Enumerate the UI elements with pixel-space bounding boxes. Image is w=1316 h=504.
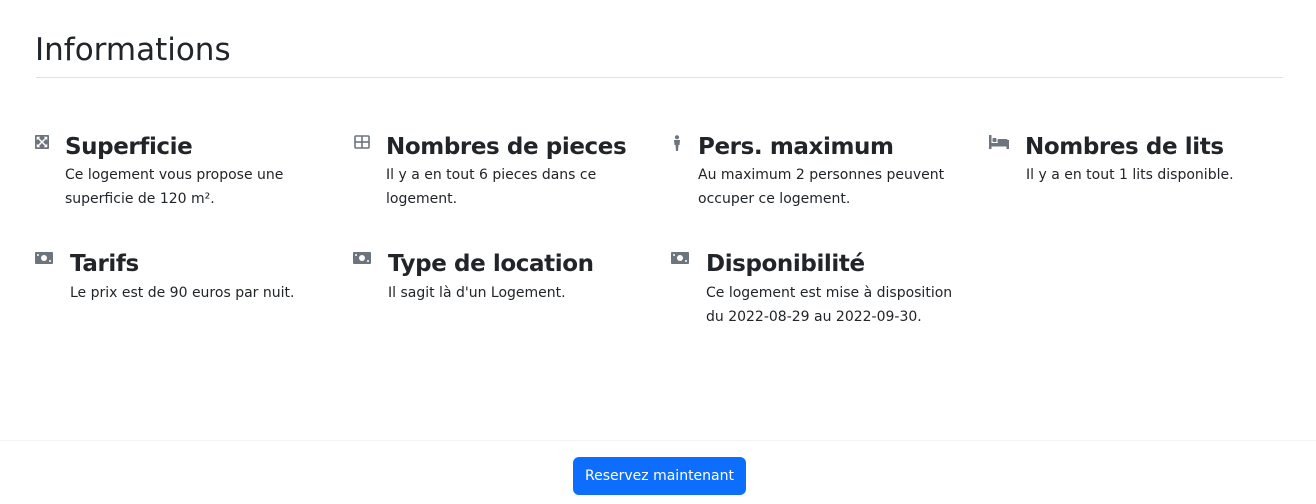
feature-description-line: Il y a en tout 6 pieces dans ce [386, 167, 597, 183]
feature-description-line: Il sagit là d'un Logement. [388, 285, 566, 301]
money-icon [353, 252, 371, 268]
feature-description-line: Ce logement vous propose une [65, 167, 284, 183]
feature-title: Type de location [388, 251, 594, 277]
feature-rental-type: Type de location Il sagit là d'un Logeme… [353, 251, 653, 312]
feature-title: Nombres de pieces [386, 134, 627, 160]
footer-divider [0, 440, 1316, 441]
feature-description-line: logement. [386, 191, 458, 207]
information-page: Informations Superficie Ce logement vous… [0, 0, 1316, 504]
feature-title: Superficie [65, 134, 193, 160]
money-icon [35, 252, 53, 268]
arrows-expand-icon [35, 135, 51, 151]
feature-description-line: superficie de 120 m². [65, 191, 215, 207]
feature-description-line: Le prix est de 90 euros par nuit. [70, 285, 295, 301]
feature-price: Tarifs Le prix est de 90 euros par nuit. [35, 251, 335, 312]
feature-description-line: Ce logement est mise à disposition [706, 285, 953, 301]
feature-title: Disponibilité [706, 251, 865, 277]
feature-surface: Superficie Ce logement vous propose une … [35, 134, 325, 214]
bed-icon [989, 135, 1009, 151]
grid-icon [354, 135, 370, 151]
feature-rooms: Nombres de pieces Il y a en tout 6 piece… [354, 134, 654, 214]
feature-beds: Nombres de lits Il y a en tout 1 lits di… [989, 134, 1289, 194]
person-icon [671, 135, 687, 151]
feature-description-line: du 2022-08-29 au 2022-09-30. [706, 309, 922, 325]
feature-description-line: Au maximum 2 personnes peuvent [698, 167, 945, 183]
feature-description-line: Il y a en tout 1 lits disponible. [1026, 167, 1234, 183]
feature-availability: Disponibilité Ce logement est mise à dis… [671, 251, 991, 332]
reserve-now-button[interactable]: Reservez maintenant [573, 457, 746, 495]
feature-title: Nombres de lits [1025, 134, 1224, 160]
feature-description-line: occuper ce logement. [698, 191, 851, 207]
feature-max-people: Pers. maximum Au maximum 2 personnes peu… [670, 134, 970, 214]
feature-title: Tarifs [70, 251, 139, 277]
money-icon [671, 252, 689, 268]
feature-title: Pers. maximum [698, 134, 894, 160]
section-title: Informations [35, 32, 231, 68]
title-divider [36, 77, 1283, 78]
